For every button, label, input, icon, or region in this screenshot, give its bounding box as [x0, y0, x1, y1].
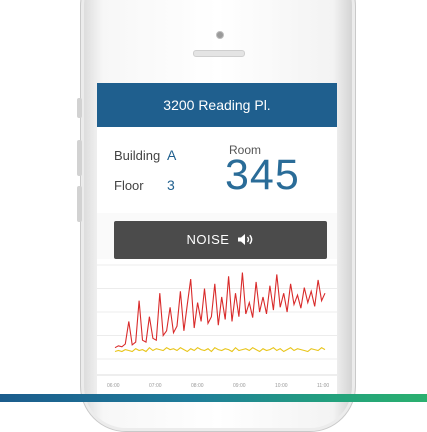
volume-up-button — [77, 140, 82, 176]
noise-button[interactable]: NOISE — [114, 221, 327, 259]
x-tick-label: 09:00 — [233, 383, 246, 389]
x-tick-label: 06:00 — [107, 383, 120, 389]
room-details: Building A Floor 3 Room 345 — [97, 127, 337, 213]
volume-down-button — [77, 186, 82, 222]
camera-icon — [216, 31, 224, 39]
baseline-series-line — [114, 346, 326, 353]
x-tick-label: 10:00 — [275, 383, 288, 389]
x-tick-label: 11:00 — [317, 383, 329, 389]
floor-value: 3 — [167, 177, 175, 193]
noise-button-label: NOISE — [186, 232, 230, 247]
earpiece-speaker — [193, 50, 245, 57]
floor-label: Floor — [114, 178, 144, 193]
building-label: Building — [114, 148, 161, 163]
noise-series-line — [114, 272, 326, 349]
room-number: 345 — [225, 151, 300, 199]
noise-chart: 06:00 07:00 08:00 09:00 10:00 11:00 — [97, 259, 337, 402]
building-value: A — [167, 147, 177, 163]
brand-stripe — [0, 394, 427, 402]
x-tick-label: 07:00 — [149, 383, 162, 389]
speaker-icon — [237, 234, 252, 245]
app-screen: 3200 Reading Pl. Building A Floor 3 Room… — [97, 83, 337, 402]
mute-switch — [77, 98, 82, 118]
x-tick-label: 08:00 — [191, 383, 204, 389]
page-title: 3200 Reading Pl. — [97, 83, 337, 127]
